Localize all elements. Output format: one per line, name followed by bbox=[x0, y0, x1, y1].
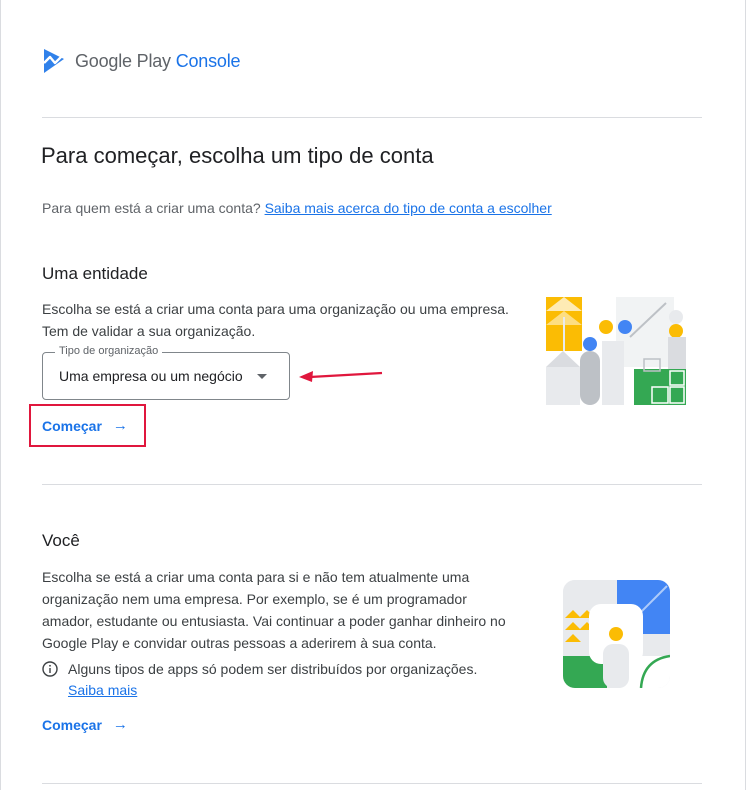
play-console-logo: Google Play Console bbox=[42, 46, 241, 76]
personal-illustration bbox=[563, 580, 670, 688]
divider bbox=[42, 117, 702, 118]
caret-down-icon bbox=[257, 374, 267, 379]
select-value: Uma empresa ou um negócio bbox=[59, 368, 243, 384]
divider bbox=[42, 783, 702, 784]
divider bbox=[42, 484, 702, 485]
organization-type-select[interactable]: Tipo de organização Uma empresa ou um ne… bbox=[42, 345, 290, 400]
personal-description-line: Escolha se está a criar uma conta para s… bbox=[42, 569, 470, 585]
info-icon bbox=[42, 661, 58, 677]
page-title: Para começar, escolha um tipo de conta bbox=[41, 143, 434, 168]
info-note: Alguns tipos de apps só podem ser distri… bbox=[42, 659, 477, 701]
personal-description-line: amador, estudante ou entusiasta. Vai con… bbox=[42, 613, 506, 629]
logo-text: Google Play Console bbox=[75, 50, 241, 72]
personal-start-button[interactable]: Começar → bbox=[42, 716, 128, 733]
arrow-right-icon: → bbox=[112, 417, 128, 434]
start-label: Começar bbox=[42, 417, 102, 434]
logo-google-play: Google Play bbox=[75, 50, 171, 71]
page-subtitle: Para quem está a criar uma conta? Saiba … bbox=[42, 200, 552, 216]
subtitle-text: Para quem está a criar uma conta? bbox=[42, 200, 261, 216]
organization-heading: Uma entidade bbox=[42, 264, 148, 283]
organization-description-line: Escolha se está a criar uma conta para u… bbox=[42, 301, 509, 317]
info-text: Alguns tipos de apps só podem ser distri… bbox=[68, 661, 478, 677]
annotation-arrow-icon bbox=[299, 371, 383, 382]
personal-description-line: Google Play e convidar outras pessoas a … bbox=[42, 635, 437, 651]
personal-description-line: organização nem uma empresa. Por exemplo… bbox=[42, 591, 467, 607]
learn-more-link[interactable]: Saiba mais bbox=[68, 682, 137, 698]
learn-account-type-link[interactable]: Saiba mais acerca do tipo de conta a esc… bbox=[265, 200, 552, 216]
personal-description: Escolha se está a criar uma conta para s… bbox=[42, 566, 506, 654]
organization-start-button[interactable]: Começar → bbox=[42, 417, 128, 434]
select-label: Tipo de organização bbox=[55, 345, 163, 357]
organization-illustration bbox=[546, 297, 686, 405]
organization-description: Escolha se está a criar uma conta para u… bbox=[42, 298, 509, 342]
logo-console: Console bbox=[175, 50, 241, 71]
personal-heading: Você bbox=[42, 531, 80, 550]
play-console-icon bbox=[43, 49, 64, 73]
start-label: Começar bbox=[42, 716, 102, 733]
arrow-right-icon: → bbox=[112, 716, 128, 733]
organization-description-line: Tem de validar a sua organização. bbox=[42, 323, 256, 339]
